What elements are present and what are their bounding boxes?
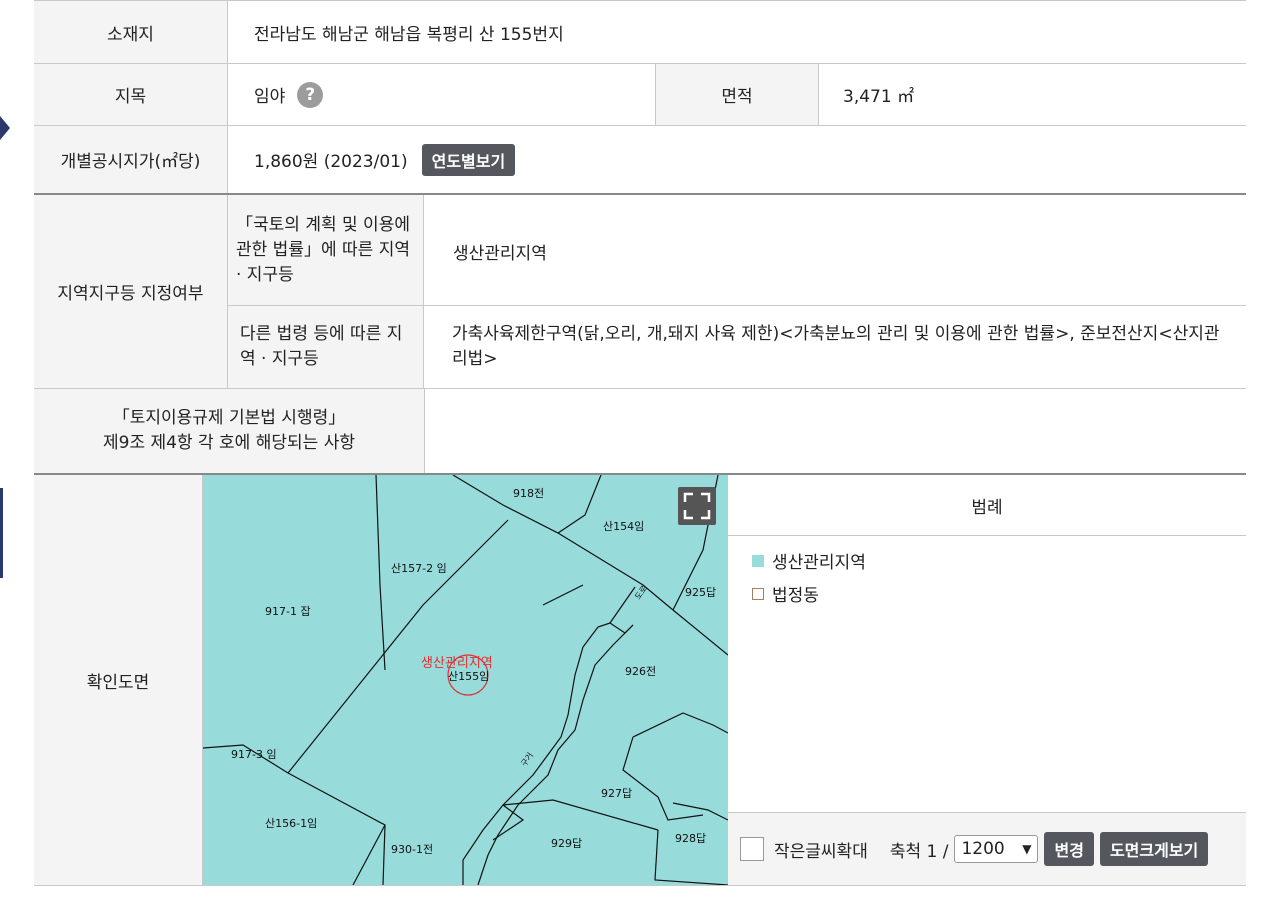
- zone-sub1-value: 생산관리지역: [453, 244, 547, 264]
- side-nav-line: [0, 488, 3, 578]
- scale-label: 축척 1 /: [889, 841, 949, 862]
- legend-item-dong: 법정동: [752, 581, 1246, 606]
- parcel-157-2: 산157-2 임: [391, 562, 447, 575]
- land-category-label: 지목: [34, 64, 228, 125]
- legend-panel: 범례 생산관리지역 법정동 작은글씨확대 축척 1 / 1200 ▼ 변경 도면…: [728, 475, 1246, 885]
- ditch-label: 구거: [519, 751, 535, 768]
- legend-title: 범례: [728, 475, 1246, 536]
- yearly-view-button[interactable]: 연도별보기: [421, 143, 516, 176]
- map-svg: 918전 산154임 산157-2 임 925답 917-1 잡 생산관리지역 …: [203, 475, 728, 885]
- area-value: 3,471 ㎡: [843, 87, 915, 107]
- land-price-label: 개별공시지가(㎡당): [34, 126, 228, 193]
- zone-sub1-label: 「국토의 계획 및 이용에 관한 법률」에 따른 지역 · 지구등: [228, 195, 424, 305]
- cadastral-map[interactable]: 918전 산154임 산157-2 임 925답 917-1 잡 생산관리지역 …: [203, 475, 728, 885]
- parcel-928: 928답: [675, 832, 706, 845]
- row-land-price: 개별공시지가(㎡당) 1,860원 (2023/01) 연도별보기: [34, 126, 1246, 195]
- zone-map-label: 생산관리지역: [421, 656, 493, 671]
- parcel-154: 산154임: [603, 520, 644, 533]
- zone-sub1-row: 「국토의 계획 및 이용에 관한 법률」에 따른 지역 · 지구등 생산관리지역: [228, 195, 1246, 306]
- help-icon[interactable]: ?: [297, 81, 324, 108]
- map-label: 확인도면: [34, 475, 203, 885]
- enlarge-map-button[interactable]: 도면크게보기: [1099, 832, 1209, 866]
- zone-sub2-label: 다른 법령 등에 따른 지역 · 지구등: [228, 306, 424, 388]
- parcel-155: 산155임: [448, 670, 489, 683]
- zone-label: 지역지구등 지정여부: [34, 195, 228, 388]
- zoom-text-checkbox[interactable]: [740, 837, 764, 861]
- chevron-down-icon: ▼: [1022, 842, 1032, 856]
- fullscreen-icon[interactable]: [678, 487, 716, 525]
- parcel-918: 918전: [513, 487, 544, 500]
- row-location: 소재지 전라남도 해남군 해남읍 복평리 산 155번지: [34, 0, 1246, 64]
- row-map: 확인도면 918전 산154임 산157-2 임 925답 917-1 잡 생산…: [34, 475, 1246, 886]
- zone-sub2-value: 가축사육제한구역(닭,오리, 개,돼지 사육 제한)<가축분뇨의 관리 및 이용…: [452, 324, 1220, 369]
- land-info-table: 소재지 전라남도 해남군 해남읍 복평리 산 155번지 지목 임야 ? 면적 …: [34, 0, 1246, 886]
- enforcement-label: 「토지이용규제 기본법 시행령」 제9조 제4항 각 호에 해당되는 사항: [34, 389, 425, 473]
- zone-sub2-row: 다른 법령 등에 따른 지역 · 지구등 가축사육제한구역(닭,오리, 개,돼지…: [228, 306, 1246, 388]
- zoom-text-label: 작은글씨확대: [774, 841, 868, 862]
- location-label: 소재지: [34, 1, 228, 63]
- land-category-value: 임야: [254, 87, 286, 107]
- side-nav-arrow[interactable]: [0, 86, 10, 172]
- legend-label-zone: 생산관리지역: [772, 553, 866, 573]
- scale-select[interactable]: 1200 ▼: [954, 835, 1039, 863]
- scale-value: 1200: [961, 839, 1005, 859]
- parcel-929: 929답: [551, 837, 582, 850]
- legend-swatch-zone: [752, 554, 764, 567]
- row-land-category: 지목 임야 ? 면적 3,471 ㎡: [34, 64, 1246, 126]
- parcel-917-3: 917-3 임: [231, 748, 277, 761]
- area-label: 면적: [655, 64, 819, 125]
- land-category-value-wrap: 임야 ?: [254, 64, 324, 125]
- legend-label-dong: 법정동: [772, 586, 819, 606]
- land-price-value-wrap: 1,860원 (2023/01) 연도별보기: [254, 126, 516, 193]
- parcel-927: 927답: [601, 787, 632, 800]
- parcel-926: 926전: [625, 665, 656, 678]
- parcel-917-1: 917-1 잡: [265, 605, 311, 618]
- land-price-value: 1,860원 (2023/01): [254, 152, 408, 172]
- map-controls: 작은글씨확대 축척 1 / 1200 ▼ 변경 도면크게보기: [728, 812, 1246, 885]
- change-scale-button[interactable]: 변경: [1044, 832, 1094, 866]
- location-value: 전라남도 해남군 해남읍 복평리 산 155번지: [254, 24, 564, 45]
- row-enforcement: 「토지이용규제 기본법 시행령」 제9조 제4항 각 호에 해당되는 사항: [34, 389, 1246, 475]
- parcel-925: 925답: [685, 586, 716, 599]
- parcel-930-1: 930-1전: [391, 843, 433, 856]
- legend-item-zone: 생산관리지역: [752, 548, 1246, 573]
- road-label: 도로: [633, 584, 649, 601]
- row-zone: 지역지구등 지정여부 「국토의 계획 및 이용에 관한 법률」에 따른 지역 ·…: [34, 195, 1246, 389]
- parcel-156-1: 산156-1임: [265, 817, 317, 830]
- legend-swatch-dong: [752, 587, 764, 600]
